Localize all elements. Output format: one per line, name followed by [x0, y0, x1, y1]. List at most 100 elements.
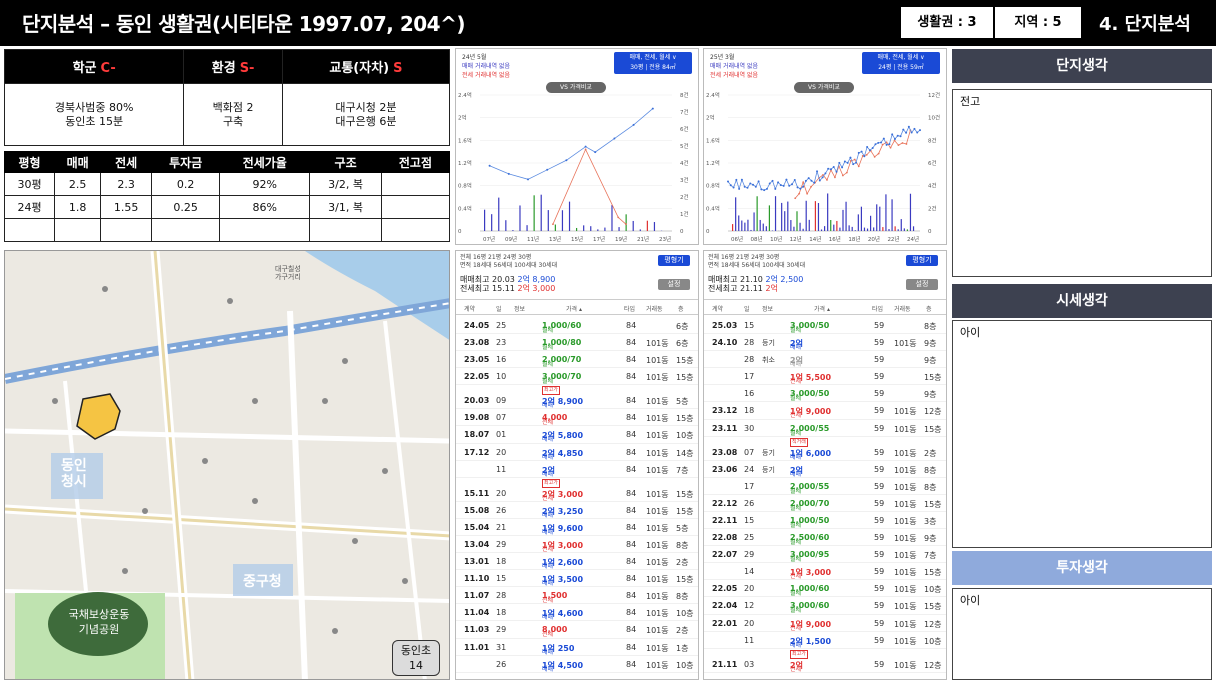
transaction-row[interactable]: 23.11 30 월세 2,000/55 59 101동 15층	[704, 420, 946, 437]
transaction-row[interactable]: 22.01 20 전세 1억 9,000 59 101동 12층	[704, 615, 946, 632]
chart-y2-tick: 3건	[680, 177, 689, 184]
chart-type-select[interactable]: 매매, 전세, 월세 ∨ 30평 | 전용 84㎡	[614, 52, 692, 74]
row-price: 월세 2,000/70	[790, 499, 829, 512]
row-building: 101동	[894, 602, 917, 612]
market-thoughts-note[interactable]: 아이	[952, 320, 1212, 548]
transaction-row[interactable]: 11.07 28 전세 1,500 84 101동 8층	[456, 587, 698, 605]
transaction-row[interactable]: 11.10 15 매매 1억 3,500 84 101동 15층	[456, 570, 698, 588]
transaction-row[interactable]: 11.04 18 매매 1억 4,600 84 101동 10층	[456, 604, 698, 622]
volume-bar	[888, 229, 890, 231]
school-badge[interactable]: 동인초 14	[392, 640, 440, 676]
row-area: 84	[626, 539, 637, 549]
chart-x-tick: 11년	[527, 235, 539, 243]
area-map[interactable]: 대구칠성 가구거리 동인 청시 중구청 국채보상운동 기념공원 동인초 14	[4, 250, 450, 680]
row-contract-month: 15.04	[464, 522, 490, 532]
col-price[interactable]: 가격 ▴	[814, 304, 830, 313]
volume-bar	[753, 212, 755, 231]
transaction-row[interactable]: 11 매매 2억 84 101동 7층	[456, 461, 698, 478]
transaction-row[interactable]: 15.08 26 매매 2억 3,250 84 101동 15층	[456, 502, 698, 519]
transaction-row[interactable]: 13.01 18 매매 1억 2,600 84 101동 2층	[456, 553, 698, 571]
transaction-row[interactable]: 22.05 20 월세 1,000/60 59 101동 10층	[704, 580, 946, 598]
transaction-row[interactable]: 19.08 07 전세 4,000 84 101동 15층	[456, 409, 698, 427]
transaction-row[interactable]: 26 매매 1억 4,500 84 101동 10층	[456, 656, 698, 673]
vs-compare-button[interactable]: VS 가격비교	[546, 82, 606, 93]
pyeong-button[interactable]: 평형기	[658, 255, 690, 266]
row-deal-kind: 전세	[790, 624, 802, 632]
transaction-row[interactable]: 20.03 09 매매 2억 8,900 최고가 84 101동 5층	[456, 385, 698, 410]
chart-x-tick: 09년	[505, 235, 517, 243]
row-deal-kind: 매매	[542, 470, 554, 478]
transaction-row[interactable]: 14 전세 1억 3,000 59 101동 15층	[704, 563, 946, 581]
sale-price-point	[913, 127, 916, 130]
transaction-row[interactable]: 13.04 29 전세 1억 3,000 84 101동 8층	[456, 536, 698, 554]
row-floor: 12층	[924, 407, 942, 417]
row-deal-kind: 월세	[790, 590, 802, 598]
row-area: 84	[626, 642, 637, 652]
row-floor: 5층	[676, 523, 689, 533]
transaction-row[interactable]: 11.03 29 전세 8,000 84 101동 2층	[456, 621, 698, 639]
row-building: 101동	[646, 448, 669, 458]
settings-button[interactable]: 설정	[906, 279, 938, 290]
price-chart-30[interactable]: 2.4억 2억 1.6억 1.2억 0.8억 0.4억 0 8건 7건 6건 5건 4건 3건 2건 1건 0…	[455, 48, 699, 245]
row-building: 101동	[646, 558, 669, 568]
chart-x-tick: 07년	[483, 235, 495, 243]
complex-thoughts-title: 단지생각	[952, 49, 1212, 83]
transaction-row[interactable]: 23.05 16 월세 2,000/70 84 101동 15층	[456, 351, 698, 369]
transaction-row[interactable]: 11.01 31 매매 1억 250 84 101동 1층	[456, 639, 698, 656]
transaction-row[interactable]: 11 매매 2억 1,500 59 101동 10층	[704, 632, 946, 649]
volume-bar	[787, 201, 789, 231]
pyeong-button[interactable]: 평형기	[906, 255, 938, 266]
transaction-row[interactable]: 23.06 24 등기 매매 2억 59 101동 8층	[704, 461, 946, 478]
row-floor: 3층	[924, 516, 937, 526]
pyeong-tabs[interactable]: 전체 16평 21평 24평 30평 면적 18세대 56세대 100세대 30세…	[708, 254, 805, 270]
transaction-list-30[interactable]: 전체 16평 21평 24평 30평 면적 18세대 56세대 100세대 30세…	[455, 250, 699, 680]
row-day: 07	[496, 413, 507, 423]
settings-button[interactable]: 설정	[658, 279, 690, 290]
row-contract-month: 22.11	[712, 515, 738, 525]
complex-thoughts-note[interactable]: 전고	[952, 89, 1212, 277]
row-floor: 15층	[676, 356, 694, 366]
investment-thoughts-note[interactable]: 아이	[952, 588, 1212, 680]
volume-bar	[854, 230, 856, 231]
transaction-row[interactable]: 22.04 12 월세 3,000/60 59 101동 15층	[704, 597, 946, 615]
transaction-row[interactable]: 25.03 15 월세 3,000/50 59 8층	[704, 317, 946, 335]
sale-price-point	[746, 186, 749, 189]
row-area: 84	[626, 396, 637, 406]
transaction-row[interactable]: 24.10 28 등기 매매 2억 59 101동 9층	[704, 334, 946, 352]
row-day: 20	[496, 447, 507, 457]
transaction-row[interactable]: 21.11 03 전세 2억 최고가 59 101동 12층	[704, 649, 946, 673]
vs-compare-button[interactable]: VS 가격비교	[794, 82, 854, 93]
price-chart-24[interactable]: 2.4억 2억 1.6억 1.2억 0.8억 0.4억 0 12건 10건 8건 6건 4건 2건 0 06…	[703, 48, 947, 245]
chart-y2-tick: 7건	[680, 109, 689, 116]
transaction-row[interactable]: 16 월세 3,000/50 59 9층	[704, 385, 946, 403]
transaction-row[interactable]: 22.05 10 월세 3,000/70 84 101동 15층	[456, 368, 698, 386]
transaction-row[interactable]: 23.08 07 등기 매매 1억 6,000 직거래 59 101동 2층	[704, 437, 946, 461]
row-price: 월세 2,500/60	[790, 533, 829, 546]
transaction-row[interactable]: 28 취소 매매 2억 59 9층	[704, 351, 946, 369]
transaction-row[interactable]: 15.11 20 전세 2억 3,000 최고가 84 101동 15층	[456, 478, 698, 502]
transaction-rows: 25.03 15 월세 3,000/50 59 8층 24.10 28 등기 매매 2억 59 101동…	[704, 317, 946, 673]
transaction-row[interactable]: 22.12 26 월세 2,000/70 59 101동 15층	[704, 495, 946, 512]
transaction-row[interactable]: 17 전세 1억 5,500 59 15층	[704, 368, 946, 386]
transaction-row[interactable]: 15.04 21 매매 1억 9,600 84 101동 5층	[456, 519, 698, 536]
row-day: 29	[496, 539, 507, 549]
transaction-list-24[interactable]: 전체 16평 21평 24평 30평 면적 18세대 56세대 100세대 30세…	[703, 250, 947, 680]
transaction-row[interactable]: 22.11 15 월세 1,000/50 59 101동 3층	[704, 512, 946, 530]
transaction-row[interactable]: 22.07 29 월세 3,000/95 59 101동 7층	[704, 546, 946, 564]
row-day: 14	[744, 567, 755, 577]
transaction-row[interactable]: 17.12 20 매매 2억 4,850 84 101동 14층	[456, 444, 698, 461]
transaction-row[interactable]: 18.07 01 매매 2억 5,800 84 101동 10층	[456, 426, 698, 444]
row-floor: 10층	[676, 660, 694, 670]
chart-type-select[interactable]: 매매, 전세, 월세 ∨ 24평 | 전용 59㎡	[862, 52, 940, 74]
transaction-row[interactable]: 23.12 18 전세 1억 9,000 59 101동 12층	[704, 402, 946, 420]
volume-bar	[799, 222, 801, 231]
transaction-row[interactable]: 17 월세 2,000/55 59 101동 8층	[704, 478, 946, 495]
col-price[interactable]: 가격 ▴	[566, 304, 582, 313]
transaction-row[interactable]: 22.08 25 월세 2,500/60 59 101동 9층	[704, 529, 946, 547]
pyeong-tabs[interactable]: 전체 16평 21평 24평 30평 면적 18세대 56세대 100세대 30세…	[460, 254, 557, 270]
transaction-row[interactable]: 24.05 25 월세 1,000/60 84 6층	[456, 317, 698, 335]
sale-price-point	[757, 180, 760, 183]
col-contract: 계약	[464, 306, 476, 313]
row-deal-kind: 매매	[542, 563, 554, 571]
transaction-row[interactable]: 23.08 23 월세 1,000/80 84 101동 6층	[456, 334, 698, 352]
